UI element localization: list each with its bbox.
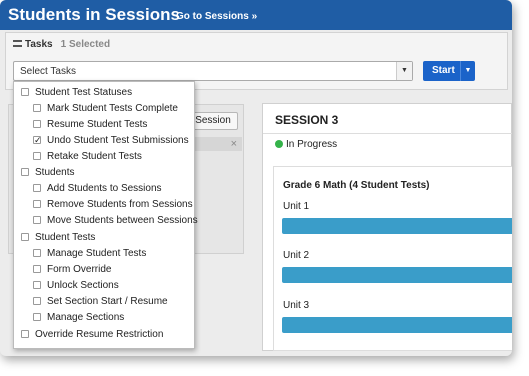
status-dot-icon [275, 140, 283, 148]
checkbox[interactable] [33, 313, 41, 321]
menu-item-manage-student-tests[interactable]: Manage Student Tests [33, 246, 146, 261]
start-button-label: Start [432, 65, 455, 76]
menu-item-label: Student Tests [35, 232, 96, 243]
test-card: Grade 6 Math (4 Student Tests) Unit 1 Un… [273, 166, 512, 351]
menu-item-retake-tests[interactable]: Retake Student Tests [33, 149, 142, 164]
menu-item-resume-tests[interactable]: Resume Student Tests [33, 117, 147, 132]
checkbox[interactable] [33, 200, 41, 208]
start-options-chevron-icon[interactable]: ▼ [460, 61, 475, 81]
tasks-header: Tasks 1 Selected [13, 39, 110, 50]
menu-group-students[interactable]: Students [21, 165, 74, 180]
session-button[interactable]: Session [188, 112, 238, 130]
checkbox[interactable] [33, 184, 41, 192]
menu-item-manage-sections[interactable]: Manage Sections [33, 310, 124, 325]
menu-item-label: Add Students to Sessions [47, 183, 162, 194]
menu-item-undo-submissions[interactable]: Undo Student Test Submissions [33, 133, 189, 148]
checkbox[interactable] [33, 249, 41, 257]
selected-count: 1 Selected [60, 39, 111, 50]
menu-item-label: Students [35, 167, 75, 178]
test-title: Grade 6 Math (4 Student Tests) [283, 180, 430, 191]
tasks-label: Tasks [25, 39, 53, 50]
menu-item-label: Undo Student Test Submissions [47, 135, 189, 146]
page-title: Students in Sessions [8, 5, 180, 24]
close-icon[interactable]: × [231, 137, 237, 151]
session-status: In Progress [275, 139, 337, 150]
checkbox[interactable] [33, 265, 41, 273]
header-bar: Students in Sessions Go to Sessions » [0, 0, 512, 30]
menu-item-label: Move Students between Sessions [47, 215, 198, 226]
checkbox[interactable] [33, 281, 41, 289]
unit-label: Unit 1 [283, 201, 310, 212]
session-filter-row: × [192, 137, 242, 151]
menu-item-mark-complete[interactable]: Mark Student Tests Complete [33, 101, 178, 116]
menu-group-student-tests[interactable]: Student Tests [21, 230, 95, 245]
checkbox[interactable] [33, 152, 41, 160]
menu-item-section-start-resume[interactable]: Set Section Start / Resume [33, 294, 168, 309]
menu-group-override-resume[interactable]: Override Resume Restriction [21, 327, 163, 342]
checkbox[interactable] [33, 297, 41, 305]
menu-item-label: Set Section Start / Resume [47, 296, 168, 307]
menu-item-label: Remove Students from Sessions [47, 199, 193, 210]
menu-item-label: Unlock Sections [47, 280, 119, 291]
menu-item-label: Resume Student Tests [47, 119, 148, 130]
checkbox-checked[interactable] [33, 133, 42, 148]
unit-progress-bar [282, 267, 512, 283]
unit-progress-bar [282, 317, 512, 333]
checkbox[interactable] [21, 88, 29, 96]
unit-progress-bar [282, 218, 512, 234]
menu-item-label: Retake Student Tests [47, 151, 142, 162]
go-to-sessions-link[interactable]: Go to Sessions » [176, 11, 257, 22]
list-icon [13, 40, 22, 47]
divider [263, 133, 512, 134]
chevron-down-icon[interactable]: ▼ [396, 62, 412, 80]
menu-item-label: Mark Student Tests Complete [47, 103, 178, 114]
checkbox[interactable] [33, 104, 41, 112]
start-button[interactable]: Start ▼ [423, 61, 475, 81]
checkbox[interactable] [21, 168, 29, 176]
menu-item-form-override[interactable]: Form Override [33, 262, 111, 277]
menu-item-label: Override Resume Restriction [35, 329, 164, 340]
session-detail-panel: SESSION 3 In Progress Grade 6 Math (4 St… [262, 103, 512, 351]
menu-group-student-test-statuses[interactable]: Student Test Statuses [21, 85, 132, 100]
checkbox[interactable] [21, 330, 29, 338]
status-text: In Progress [286, 139, 338, 150]
session-title: SESSION 3 [275, 113, 339, 127]
checkbox[interactable] [33, 120, 41, 128]
menu-item-remove-students[interactable]: Remove Students from Sessions [33, 197, 193, 212]
select-tasks-value: Select Tasks [20, 66, 76, 77]
tasks-dropdown-menu: Student Test Statuses Mark Student Tests… [13, 81, 198, 349]
unit-label: Unit 3 [283, 300, 310, 311]
menu-item-add-students[interactable]: Add Students to Sessions [33, 181, 162, 196]
menu-item-unlock-sections[interactable]: Unlock Sections [33, 278, 119, 293]
select-tasks-dropdown[interactable]: Select Tasks ▼ [13, 61, 413, 81]
checkbox[interactable] [33, 216, 41, 224]
menu-item-move-students[interactable]: Move Students between Sessions [33, 213, 198, 228]
app-window: Students in Sessions Go to Sessions » Ta… [0, 0, 512, 356]
checkbox[interactable] [21, 233, 29, 241]
menu-item-label: Manage Student Tests [47, 248, 147, 259]
unit-label: Unit 2 [283, 250, 310, 261]
menu-item-label: Form Override [47, 264, 112, 275]
menu-item-label: Manage Sections [47, 312, 125, 323]
menu-item-label: Student Test Statuses [35, 87, 133, 98]
